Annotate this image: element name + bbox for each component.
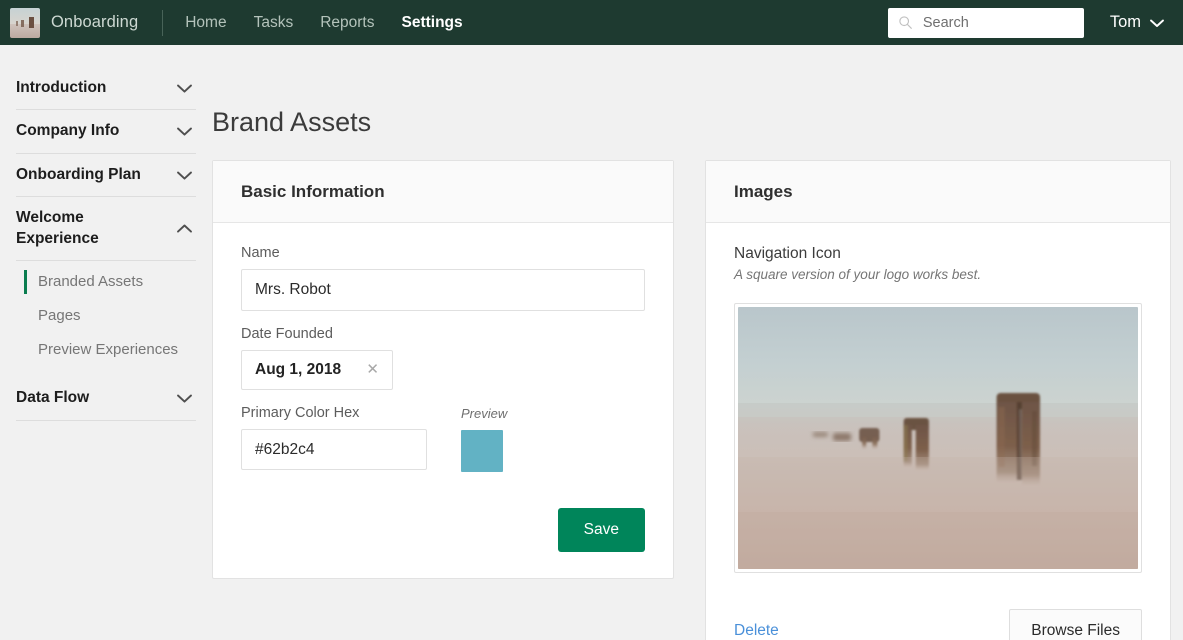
search-input[interactable]	[922, 14, 1074, 31]
chevron-down-icon	[177, 84, 192, 93]
brand[interactable]: Onboarding	[10, 0, 138, 45]
primary-color-field: Primary Color Hex	[241, 405, 427, 470]
save-row: Save	[241, 472, 645, 552]
card-title: Images	[734, 182, 793, 201]
color-preview: Preview	[461, 405, 507, 472]
basic-information-card: Basic Information Name Date Founded Aug …	[212, 160, 674, 579]
images-card: Images Navigation Icon A square version …	[705, 160, 1171, 640]
sidebar-item-branded-assets[interactable]: Branded Assets	[16, 265, 196, 299]
name-label: Name	[241, 245, 280, 261]
card-header: Basic Information	[213, 161, 673, 223]
sidebar-subitems: Branded Assets Pages Preview Experiences	[16, 261, 196, 377]
delete-link[interactable]: Delete	[734, 622, 779, 640]
page-layout: Introduction Company Info Onboarding Pla…	[0, 45, 1183, 640]
primary-color-input[interactable]	[241, 429, 427, 470]
sidebar-item-data-flow[interactable]: Data Flow	[16, 377, 196, 419]
sidebar-item-welcome-experience[interactable]: Welcome Experience	[16, 197, 196, 260]
primary-color-label: Primary Color Hex	[241, 405, 360, 421]
sidebar-group-data-flow: Data Flow	[16, 377, 196, 421]
sidebar-group-label: Data Flow	[16, 389, 90, 407]
chevron-down-icon	[177, 171, 192, 180]
nav-link-reports[interactable]: Reports	[320, 14, 374, 32]
sidebar-item-company-info[interactable]: Company Info	[16, 110, 196, 152]
sidebar-group-company-info: Company Info	[16, 110, 196, 154]
color-preview-swatch	[461, 430, 503, 472]
sidebar-group-label: Introduction	[16, 79, 107, 96]
sidebar-item-onboarding-plan[interactable]: Onboarding Plan	[16, 154, 196, 196]
nav-link-settings[interactable]: Settings	[402, 14, 463, 32]
search-box[interactable]	[887, 7, 1084, 38]
sidebar-item-preview-experiences[interactable]: Preview Experiences	[16, 333, 196, 367]
page-title: Brand Assets	[212, 107, 372, 137]
date-founded-field[interactable]: Aug 1, 2018 ✕	[241, 350, 393, 390]
color-preview-label: Preview	[461, 406, 508, 421]
sidebar-group-label: Onboarding Plan	[16, 165, 141, 183]
date-founded-value: Aug 1, 2018	[255, 361, 342, 378]
navigation-icon-preview	[738, 307, 1138, 569]
navigation-icon-label: Navigation Icon	[734, 245, 841, 262]
sidebar-item-pages[interactable]: Pages	[16, 299, 196, 333]
save-button[interactable]: Save	[557, 508, 645, 552]
sidebar-group-label: Company Info	[16, 122, 120, 140]
sidebar-item-introduction[interactable]: Introduction	[16, 67, 196, 109]
cards-row: Basic Information Name Date Founded Aug …	[212, 160, 1171, 640]
brand-name: Onboarding	[51, 13, 139, 31]
primary-nav: Home Tasks Reports Settings	[185, 0, 462, 45]
nav-link-home[interactable]: Home	[185, 14, 226, 32]
search-icon	[899, 16, 912, 29]
sidebar-group-introduction: Introduction	[16, 67, 196, 111]
image-preview-frame	[734, 303, 1142, 573]
user-menu[interactable]: Tom	[1110, 13, 1167, 32]
nav-link-tasks[interactable]: Tasks	[254, 14, 294, 32]
sidebar-group-label: Welcome Experience	[16, 209, 99, 247]
chevron-up-icon	[177, 224, 192, 233]
sidebar-group-welcome-experience: Welcome Experience	[16, 197, 196, 262]
sidebar-group-onboarding-plan: Onboarding Plan	[16, 154, 196, 198]
nav-divider	[162, 9, 164, 36]
chevron-down-icon	[1150, 19, 1164, 27]
sidebar-subitem-label: Branded Assets	[38, 273, 144, 291]
user-name: Tom	[1109, 13, 1141, 31]
browse-files-button[interactable]: Browse Files	[1009, 609, 1142, 640]
top-navigation-bar: Onboarding Home Tasks Reports Settings T…	[0, 0, 1183, 45]
sidebar-subitem-label: Preview Experiences	[38, 341, 179, 359]
image-actions: Delete Browse Files	[734, 573, 1142, 640]
card-body: Name Date Founded Aug 1, 2018 ✕ Primary …	[213, 223, 673, 578]
topbar-right: Tom	[887, 7, 1167, 38]
card-title: Basic Information	[241, 182, 385, 201]
name-input[interactable]	[241, 269, 645, 311]
close-icon[interactable]: ✕	[364, 360, 381, 380]
primary-color-row: Primary Color Hex Preview	[241, 405, 645, 472]
chevron-down-icon	[177, 127, 192, 136]
main-content: Brand Assets Basic Information Name Date…	[212, 45, 1183, 640]
date-founded-label: Date Founded	[241, 326, 333, 342]
navigation-icon-hint: A square version of your logo works best…	[734, 267, 982, 282]
card-header: Images	[706, 161, 1170, 223]
sidebar-subitem-label: Pages	[38, 307, 81, 325]
sidebar: Introduction Company Info Onboarding Pla…	[0, 45, 212, 640]
brand-logo-icon	[10, 7, 40, 38]
chevron-down-icon	[177, 394, 192, 403]
card-body: Navigation Icon A square version of your…	[706, 223, 1170, 640]
